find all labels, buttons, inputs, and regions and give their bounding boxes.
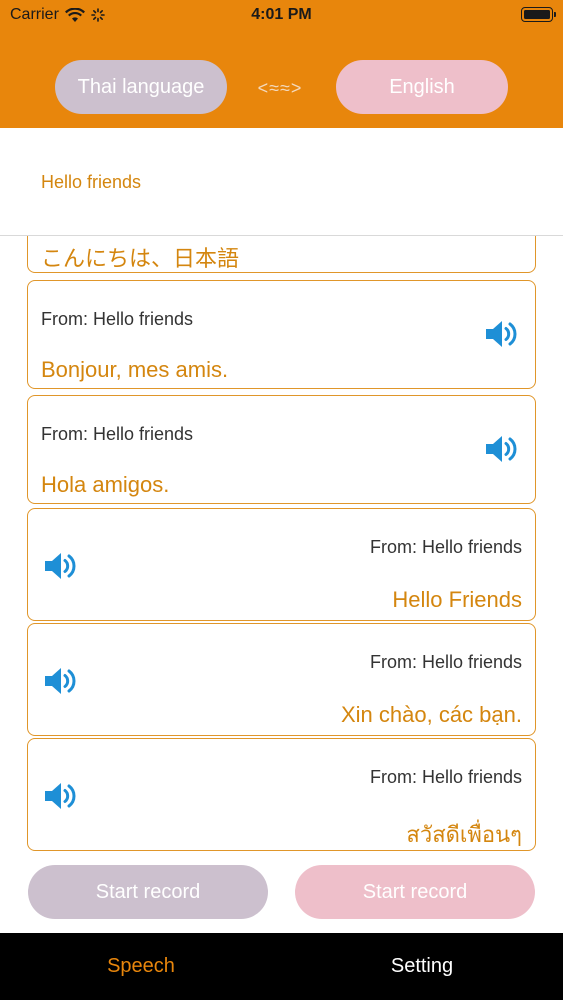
source-language-button[interactable]: Thai language xyxy=(55,60,227,114)
speaker-icon[interactable] xyxy=(42,548,78,584)
translation-card: From: Hello friends Hola amigos. xyxy=(27,395,536,504)
start-record-source-button[interactable]: Start record xyxy=(28,865,268,919)
target-language-button[interactable]: English xyxy=(336,60,508,114)
speaker-icon[interactable] xyxy=(42,778,78,814)
source-text: From: Hello friends xyxy=(41,309,194,329)
translation-card: From: Hello friends สวัสดีเพื่อนๆ xyxy=(27,738,536,851)
status-bar: Carrier 4:01 PM xyxy=(0,0,563,30)
tab-speech[interactable]: Speech xyxy=(41,955,241,978)
tab-setting[interactable]: Setting xyxy=(322,955,522,978)
speaker-icon[interactable] xyxy=(42,663,78,699)
translation-text: Bonjour, mes amis. xyxy=(41,357,229,382)
translation-text: Xin chào, các bạn. xyxy=(340,702,522,727)
translation-text: สวัสดีเพื่อนๆ xyxy=(406,822,522,847)
input-text-area[interactable]: Hello friends xyxy=(0,128,563,236)
translation-text: Hello Friends xyxy=(392,587,522,612)
swap-languages-button[interactable]: <≈≈> xyxy=(240,78,320,99)
translation-text: こんにちは、日本語 xyxy=(41,246,240,271)
tab-bar: Speech Setting xyxy=(0,933,563,1000)
status-time: 4:01 PM xyxy=(251,6,312,23)
translation-card: From: Hello friends Bonjour, mes amis. xyxy=(27,280,536,389)
translation-card: From: Hello friends Xin chào, các bạn. xyxy=(27,623,536,736)
source-text: From: Hello friends xyxy=(369,767,522,787)
speaker-icon[interactable] xyxy=(483,431,519,467)
source-text: From: Hello friends xyxy=(369,652,522,672)
speaker-icon[interactable] xyxy=(483,316,519,352)
battery-icon xyxy=(521,7,556,22)
source-text: From: Hello friends xyxy=(369,537,522,557)
header-bar: Carrier 4:01 PM Thai language <≈≈> Engli… xyxy=(0,0,563,128)
translation-card: From: Hello friends Hello Friends xyxy=(27,508,536,621)
translation-text: Hola amigos. xyxy=(41,472,170,497)
start-record-target-button[interactable]: Start record xyxy=(295,865,535,919)
input-text: Hello friends xyxy=(41,172,142,192)
source-text: From: Hello friends xyxy=(41,424,194,444)
